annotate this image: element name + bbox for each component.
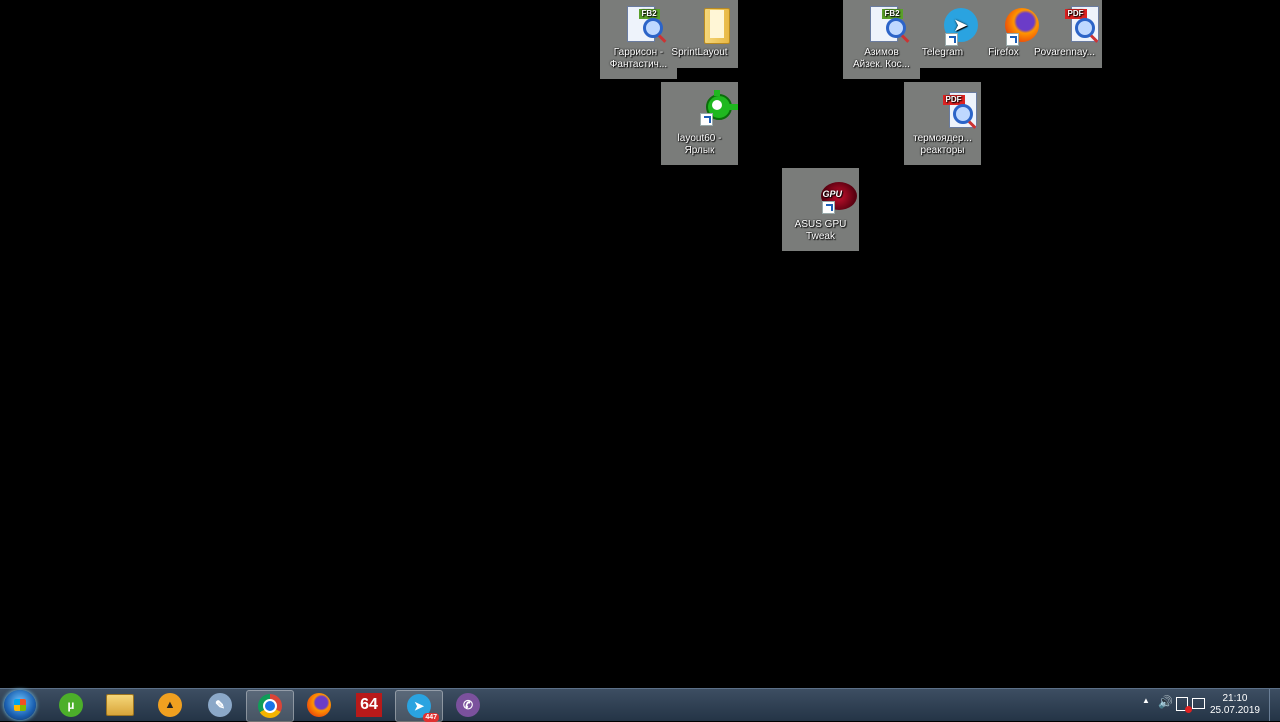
- start-button[interactable]: [4, 690, 36, 720]
- icon-label: Фантастич...: [609, 59, 668, 70]
- icon-label: ASUS GPU: [794, 219, 847, 230]
- chrome-icon: [258, 694, 282, 718]
- action-center-flag-icon[interactable]: [1192, 698, 1205, 709]
- taskbar-aida64[interactable]: 64: [346, 690, 392, 720]
- taskbar-explorer[interactable]: [97, 690, 143, 720]
- taskbar: µ ▲ ✎ 64 ➤ 447 ✆ ▲ 🔊 21:10 25.07.2019: [0, 688, 1280, 722]
- icon-label: layout60 -: [677, 133, 722, 144]
- taskbar-aimp[interactable]: ▲: [147, 690, 193, 720]
- system-tray: ▲ 🔊 21:10 25.07.2019: [1120, 689, 1280, 721]
- aimp-icon: ▲: [158, 693, 182, 717]
- clock[interactable]: 21:10 25.07.2019: [1210, 693, 1260, 717]
- unread-badge: 447: [423, 713, 439, 722]
- show-desktop-button[interactable]: [1269, 689, 1280, 721]
- taskbar-telegram[interactable]: ➤ 447: [395, 690, 443, 722]
- clock-date: 25.07.2019: [1209, 705, 1260, 716]
- utorrent-icon: µ: [59, 693, 83, 717]
- taskbar-chrome[interactable]: [246, 690, 294, 722]
- viber-icon: ✆: [456, 693, 480, 717]
- icon-label: реакторы: [920, 145, 965, 156]
- telegram-icon: ➤: [923, 4, 978, 46]
- desktop: FB2 Гаррисон - Фантастич... SprintLayout …: [0, 0, 1280, 688]
- show-hidden-icons-chevron-icon[interactable]: ▲: [1142, 696, 1150, 705]
- layout-app-icon: [680, 90, 738, 130]
- firefox-icon: [984, 4, 1039, 46]
- desktop-icon-layout60-shortcut[interactable]: layout60 - Ярлык: [661, 86, 738, 157]
- icon-label: Tweak: [806, 231, 835, 242]
- desktop-icon-termoyader-pdf[interactable]: PDF термоядер... реакторы: [904, 86, 981, 157]
- icon-label: SprintLayout: [671, 47, 728, 58]
- gpu-tweak-icon: GPU: [801, 176, 857, 216]
- taskbar-utorrent[interactable]: µ: [48, 690, 94, 720]
- desktop-icon-sprintlayout-folder[interactable]: SprintLayout: [661, 0, 738, 59]
- taskbar-paint[interactable]: ✎: [197, 690, 243, 720]
- volume-icon[interactable]: 🔊: [1158, 695, 1173, 709]
- taskbar-viber[interactable]: ✆: [445, 690, 491, 720]
- folder-icon: [680, 4, 730, 44]
- icon-label: Айзек. Кос...: [853, 59, 910, 70]
- taskbar-firefox[interactable]: [296, 690, 342, 720]
- fb2-document-icon: FB2: [619, 4, 663, 44]
- telegram-icon: ➤ 447: [407, 694, 439, 722]
- folder-icon: [106, 694, 134, 716]
- clock-time: 21:10: [1222, 693, 1248, 704]
- aida64-icon: 64: [356, 693, 382, 717]
- pdf-document-icon: PDF: [1045, 4, 1099, 44]
- desktop-icon-asus-gpu-tweak[interactable]: GPU ASUS GPU Tweak: [782, 172, 859, 243]
- network-warning-icon[interactable]: [1176, 697, 1192, 713]
- paint-icon: ✎: [208, 693, 232, 717]
- firefox-icon: [307, 693, 331, 717]
- icon-label: термоядер...: [913, 133, 972, 144]
- desktop-icon-povarennay-pdf[interactable]: PDF Povarennay...: [1026, 0, 1103, 59]
- fb2-document-icon: FB2: [862, 4, 906, 44]
- icon-label: Povarennay...: [1034, 47, 1095, 58]
- pdf-document-icon: PDF: [923, 90, 977, 130]
- icon-label: Ярлык: [684, 145, 715, 156]
